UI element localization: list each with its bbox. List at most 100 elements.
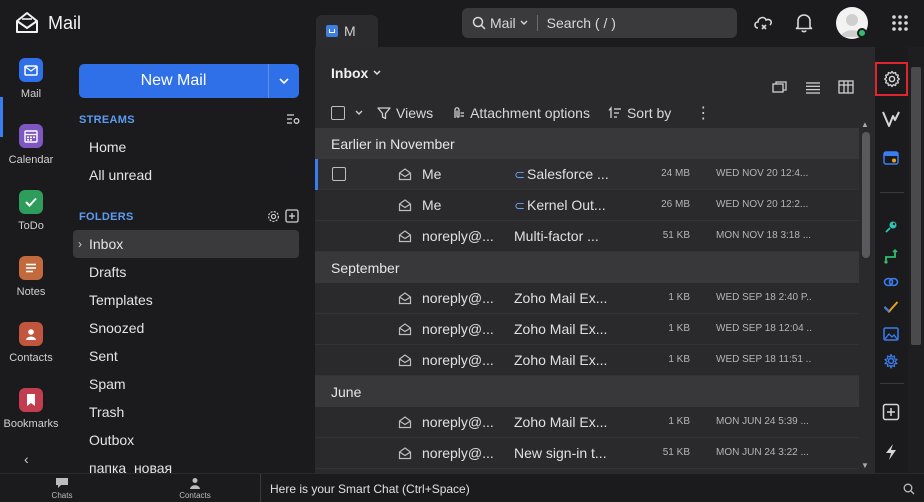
add-folder-icon[interactable]: [285, 209, 299, 223]
envelope-open-icon: [398, 447, 412, 460]
preview-toggle-button[interactable]: [771, 79, 789, 97]
stream-home[interactable]: Home: [89, 139, 126, 155]
rail-item-todo[interactable]: ToDo: [0, 190, 62, 232]
routing-icon: [884, 248, 898, 264]
mail-row[interactable]: Me ⊂ Kernel Out... 26 MB WED NOV 20 12:2…: [315, 190, 859, 221]
folder-trash[interactable]: Trash: [73, 398, 299, 426]
mail-row[interactable]: noreply@... Zoho Mail Ex... 1 KB WED SEP…: [315, 283, 859, 314]
rail-label-calendar: Calendar: [8, 154, 54, 166]
notes-icon: [19, 256, 43, 280]
search-icon[interactable]: [903, 483, 915, 495]
smart-chat-input[interactable]: Here is your Smart Chat (Ctrl+Space): [270, 482, 470, 496]
row-checkbox[interactable]: [332, 167, 346, 181]
tab-mail[interactable]: M: [316, 15, 378, 47]
right-rail-scrollbar[interactable]: [908, 47, 924, 473]
mail-row[interactable]: noreply@... Zoho Mail Ex... 1 KB WED SEP…: [315, 345, 859, 376]
mail-sender: noreply@...: [422, 414, 494, 430]
app-rail: Mail Calendar ToDo Notes Contacts Bookma…: [0, 47, 62, 473]
folder-settings-icon[interactable]: [267, 210, 280, 223]
new-mail-button[interactable]: New Mail: [79, 64, 299, 98]
integration-5-button[interactable]: [881, 324, 901, 344]
integration-2-button[interactable]: [881, 246, 901, 266]
more-options-icon[interactable]: ⋮: [695, 103, 711, 123]
puzzle-icon: [884, 353, 898, 369]
cloud-sync-button[interactable]: [752, 11, 776, 35]
v-logo-icon: [882, 111, 900, 127]
envelope-open-icon: [398, 168, 412, 181]
rail-item-notes[interactable]: Notes: [0, 256, 62, 298]
mail-row[interactable]: noreply@... Zoho Mail Ex... 1 KB WED SEP…: [315, 314, 859, 345]
envelope-open-icon: [398, 230, 412, 243]
mail-date: MON JUN 24 3:22 ...: [716, 447, 809, 458]
mail-row[interactable]: noreply@... New sign-in t... 51 KB MON J…: [315, 438, 859, 469]
settings-button[interactable]: [875, 62, 908, 96]
calendar-widget-button[interactable]: [881, 148, 901, 168]
folder-outbox[interactable]: Outbox: [73, 426, 299, 454]
integration-6-button[interactable]: [881, 351, 901, 371]
add-integration-button[interactable]: [881, 402, 901, 422]
folder-sent[interactable]: Sent: [73, 342, 299, 370]
stream-settings-icon[interactable]: [286, 113, 300, 125]
folder-drafts[interactable]: Drafts: [73, 258, 299, 286]
envelope-open-icon: [398, 292, 412, 305]
chevron-down-icon[interactable]: [355, 110, 363, 116]
folder-custom[interactable]: папка_новая: [73, 454, 299, 473]
rail-item-contacts[interactable]: Contacts: [0, 322, 62, 364]
divider: [536, 15, 538, 31]
folder-spam[interactable]: Spam: [73, 370, 299, 398]
mail-row[interactable]: noreply@... Zoho Mail Ex... 1 KB MON JUN…: [315, 407, 859, 438]
attachment-options-button[interactable]: Attachment options: [451, 105, 590, 121]
contacts-button[interactable]: Contacts: [165, 477, 225, 500]
rail-item-bookmarks[interactable]: Bookmarks: [0, 388, 62, 430]
mail-sender: noreply@...: [422, 228, 494, 244]
search-scope-dropdown[interactable]: Mail: [490, 15, 528, 31]
search-input[interactable]: Search ( / ): [547, 15, 616, 31]
person-icon: [190, 478, 200, 489]
chats-button[interactable]: Chats: [32, 477, 92, 500]
folder-snoozed[interactable]: Snoozed: [73, 314, 299, 342]
sort-by-button[interactable]: Sort by: [608, 105, 671, 121]
scroll-up-icon[interactable]: ▲: [861, 120, 869, 129]
new-mail-options-button[interactable]: [268, 64, 299, 98]
contacts-label: Contacts: [179, 491, 211, 500]
integration-4-button[interactable]: [881, 297, 901, 317]
rail-item-calendar[interactable]: Calendar: [0, 124, 62, 166]
selection-indicator: [315, 159, 318, 190]
zoho-vani-button[interactable]: [881, 109, 901, 129]
select-all-checkbox[interactable]: [331, 106, 345, 120]
list-density-button[interactable]: [804, 79, 822, 97]
mail-list: Earlier in November Me ⊂ Salesforce ... …: [315, 128, 859, 469]
scrollbar-thumb[interactable]: [911, 67, 921, 345]
mail-row[interactable]: noreply@... Multi-factor ... 51 KB MON N…: [315, 221, 859, 252]
bookmarks-icon: [19, 388, 43, 412]
collapse-rail-button[interactable]: ‹: [24, 451, 29, 467]
folder-title-dropdown[interactable]: Inbox: [331, 65, 381, 81]
integration-3-button[interactable]: [881, 272, 901, 292]
mail-row[interactable]: Me ⊂ Salesforce ... 24 MB WED NOV 20 12:…: [315, 159, 859, 190]
mail-sender: Me: [422, 197, 442, 213]
chevron-down-icon: [520, 20, 528, 25]
online-status-dot: [857, 28, 867, 38]
streams-heading: STREAMS: [79, 114, 135, 126]
views-button[interactable]: Views: [377, 105, 433, 121]
mail-date: WED SEP 18 12:04 ...: [716, 323, 812, 334]
folder-templates[interactable]: Templates: [73, 286, 299, 314]
apps-grid-button[interactable]: [888, 11, 912, 35]
layout-button[interactable]: [837, 79, 855, 97]
brand[interactable]: Mail: [14, 10, 81, 36]
envelope-open-icon: [398, 416, 412, 429]
notifications-button[interactable]: [792, 11, 816, 35]
mail-list-scrollbar[interactable]: ▲ ▼: [860, 120, 872, 473]
stream-all-unread[interactable]: All unread: [89, 167, 152, 183]
search-bar[interactable]: Mail Search ( / ): [462, 8, 737, 38]
folder-inbox[interactable]: › Inbox: [73, 230, 299, 258]
mail-size: 26 MB: [661, 199, 690, 210]
integration-1-button[interactable]: [881, 217, 901, 237]
scrollbar-thumb[interactable]: [862, 132, 870, 258]
scroll-down-icon[interactable]: ▼: [861, 461, 869, 470]
folder-label: Drafts: [89, 264, 127, 280]
rail-item-mail[interactable]: Mail: [0, 58, 62, 100]
check-icon: [883, 301, 899, 313]
quick-actions-button[interactable]: [881, 442, 901, 462]
folders-heading: FOLDERS: [79, 211, 134, 223]
